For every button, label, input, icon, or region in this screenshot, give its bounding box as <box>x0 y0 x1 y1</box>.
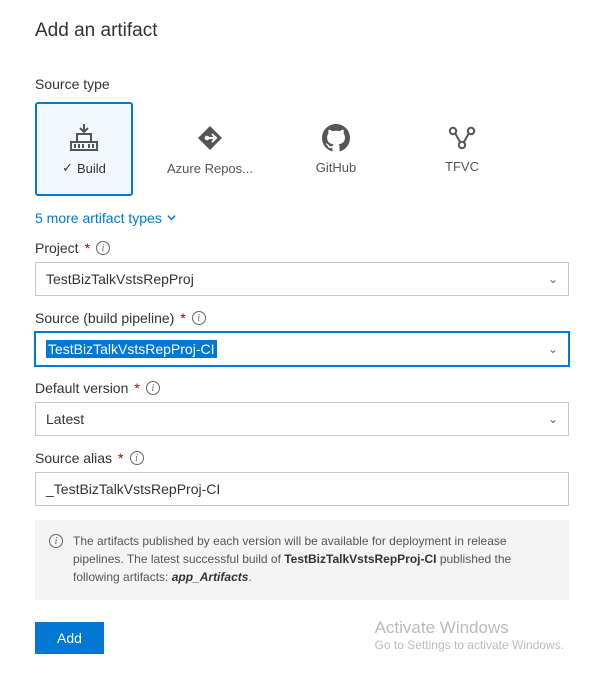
source-select[interactable]: TestBizTalkVstsRepProj-CI ⌄ <box>35 332 569 366</box>
chevron-down-icon: ⌄ <box>548 342 558 356</box>
tile-github[interactable]: GitHub <box>287 102 385 196</box>
field-source: Source (build pipeline) * i TestBizTalkV… <box>35 310 569 366</box>
required-asterisk: * <box>118 450 123 466</box>
chevron-down-icon: ⌄ <box>548 412 558 426</box>
required-asterisk: * <box>180 310 185 326</box>
default-version-label: Default version <box>35 380 128 396</box>
project-value: TestBizTalkVstsRepProj <box>46 271 548 287</box>
chevron-down-icon: ⌄ <box>548 272 558 286</box>
panel-title: Add an artifact <box>35 20 569 42</box>
info-icon: i <box>49 534 63 548</box>
tfvc-icon <box>447 125 477 151</box>
default-version-value: Latest <box>46 411 548 427</box>
build-icon <box>67 122 101 152</box>
source-alias-value: _TestBizTalkVstsRepProj-CI <box>46 481 220 497</box>
tile-github-label: GitHub <box>316 160 356 175</box>
field-default-version: Default version * i Latest ⌄ <box>35 380 569 436</box>
field-source-alias: Source alias * i _TestBizTalkVstsRepProj… <box>35 450 569 506</box>
default-version-select[interactable]: Latest ⌄ <box>35 402 569 436</box>
info-icon[interactable]: i <box>192 311 206 325</box>
required-asterisk: * <box>85 240 90 256</box>
info-icon[interactable]: i <box>130 451 144 465</box>
windows-activation-watermark: Activate Windows Go to Settings to activ… <box>375 618 564 652</box>
source-type-tiles: ✓ Build Azure Repos... GitHub <box>35 102 569 196</box>
github-icon <box>322 124 350 152</box>
tile-azure-repos[interactable]: Azure Repos... <box>161 102 259 196</box>
tile-tfvc-label: TFVC <box>445 159 479 174</box>
tile-azure-repos-label: Azure Repos... <box>167 161 253 176</box>
project-select[interactable]: TestBizTalkVstsRepProj ⌄ <box>35 262 569 296</box>
info-icon[interactable]: i <box>96 241 110 255</box>
tile-tfvc[interactable]: TFVC <box>413 102 511 196</box>
azure-repos-icon <box>195 123 225 153</box>
check-icon: ✓ <box>62 160 73 176</box>
info-icon[interactable]: i <box>146 381 160 395</box>
project-label: Project <box>35 240 79 256</box>
artifact-info-text: The artifacts published by each version … <box>73 532 555 586</box>
tile-build-label: Build <box>77 161 106 176</box>
chevron-down-icon <box>166 210 177 226</box>
more-artifact-types-link[interactable]: 5 more artifact types <box>35 210 177 226</box>
add-button[interactable]: Add <box>35 622 104 654</box>
source-alias-input[interactable]: _TestBizTalkVstsRepProj-CI <box>35 472 569 506</box>
source-type-label: Source type <box>35 76 569 92</box>
field-project: Project * i TestBizTalkVstsRepProj ⌄ <box>35 240 569 296</box>
source-alias-label: Source alias <box>35 450 112 466</box>
required-asterisk: * <box>134 380 139 396</box>
artifact-info-box: i The artifacts published by each versio… <box>35 520 569 600</box>
source-label: Source (build pipeline) <box>35 310 174 326</box>
tile-build[interactable]: ✓ Build <box>35 102 133 196</box>
source-value: TestBizTalkVstsRepProj-CI <box>46 340 217 358</box>
